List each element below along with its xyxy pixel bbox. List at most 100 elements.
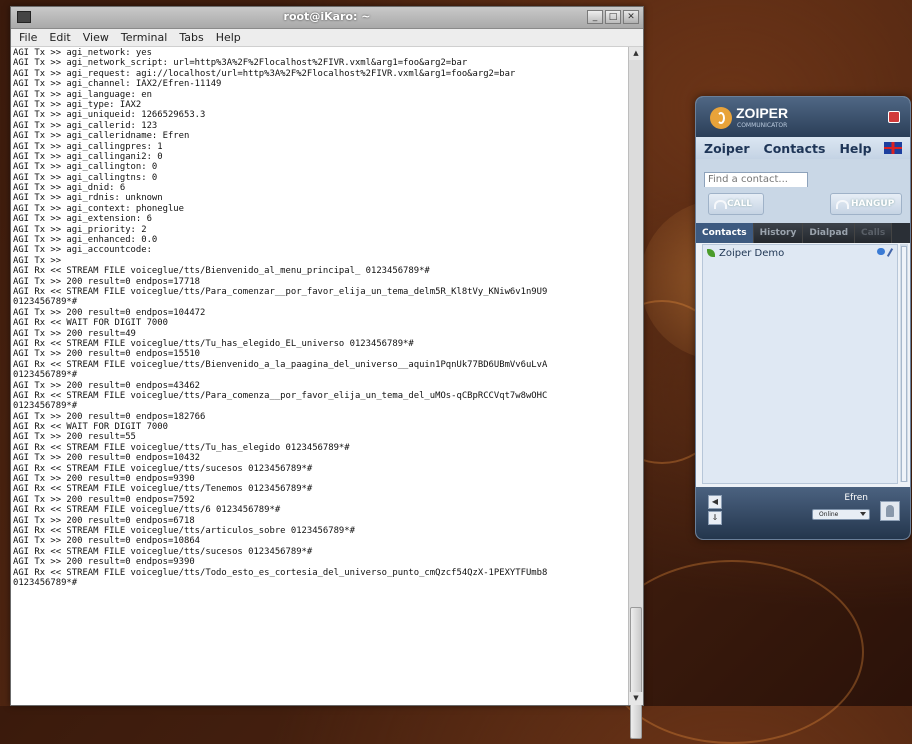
scroll-thumb[interactable]	[630, 607, 642, 739]
language-flag-icon[interactable]	[884, 142, 902, 154]
zoiper-tabs: Contacts History Dialpad Calls	[696, 223, 910, 243]
terminal-line: AGI Rx << WAIT FOR DIGIT 7000	[13, 422, 168, 433]
expand-down-icon[interactable]: ⇓	[708, 511, 722, 525]
terminal-output[interactable]: AGI Tx >> agi_network: yes AGI Tx >> agi_…	[11, 47, 629, 705]
close-icon[interactable]: ✕	[623, 10, 639, 24]
terminal-line: 0123456789*#	[13, 577, 78, 588]
scroll-up-icon[interactable]: ▲	[629, 47, 643, 60]
terminal-line: AGI Rx << STREAM FILE voiceglue/tts/suce…	[13, 463, 313, 474]
terminal-line: AGI Tx >> agi_callingtns: 0	[13, 172, 158, 183]
terminal-line: AGI Tx >> agi_calleridname: Efren	[13, 131, 190, 142]
search-area	[696, 159, 910, 188]
zoiper-brand: ZOIPER	[736, 105, 789, 121]
terminal-line: AGI Rx << STREAM FILE voiceglue/tts/suce…	[13, 546, 313, 557]
terminal-menubar: File Edit View Terminal Tabs Help	[11, 29, 643, 47]
call-controls: CALL HANGUP	[696, 187, 910, 223]
terminal-line: AGI Tx >> agi_callingpres: 1	[13, 141, 163, 152]
menu-tabs[interactable]: Tabs	[179, 31, 203, 44]
terminal-line: AGI Tx >> agi_extension: 6	[13, 214, 152, 225]
terminal-line: AGI Tx >> 200 result=0 endpos=9390	[13, 557, 195, 568]
terminal-line: AGI Rx << STREAM FILE voiceglue/tts/6 01…	[13, 505, 281, 516]
terminal-line: AGI Tx >> 200 result=0 endpos=7592	[13, 494, 195, 505]
scroll-down-icon[interactable]: ▼	[629, 692, 643, 705]
terminal-line: AGI Rx << STREAM FILE voiceglue/tts/Para…	[13, 390, 548, 401]
terminal-line: 0123456789*#	[13, 401, 78, 412]
terminal-line: AGI Tx >> agi_callerid: 123	[13, 120, 158, 131]
terminal-line: AGI Tx >> agi_request: agi://localhost/u…	[13, 68, 516, 79]
contact-status-icon	[707, 249, 715, 257]
terminal-line: AGI Tx >> 200 result=0 endpos=9390	[13, 474, 195, 485]
terminal-line: AGI Tx >> agi_network_script: url=http%3…	[13, 58, 468, 69]
terminal-line: AGI Tx >> agi_rdnis: unknown	[13, 193, 163, 204]
avatar[interactable]	[880, 501, 900, 521]
edit-icon[interactable]	[886, 248, 894, 257]
terminal-line: AGI Tx >> agi_network: yes	[13, 48, 152, 58]
terminal-line: AGI Tx >> agi_channel: IAX2/Efren-11149	[13, 79, 222, 90]
maximize-icon[interactable]: □	[605, 10, 621, 24]
collapse-left-icon[interactable]: ◀	[708, 495, 722, 509]
tab-calls[interactable]: Calls	[855, 223, 893, 243]
status-value: Online	[819, 511, 839, 518]
zoiper-minimize-icon[interactable]	[888, 111, 900, 123]
terminal-line: AGI Tx >> 200 result=0 endpos=43462	[13, 380, 201, 391]
menu-edit[interactable]: Edit	[49, 31, 70, 44]
menu-help[interactable]: Help	[216, 31, 241, 44]
zoiper-menubar: Zoiper Contacts Help	[696, 137, 910, 159]
window-controls: _ □ ✕	[587, 10, 639, 24]
zoiper-footer: ◀ ⇓ Efren Online	[696, 487, 910, 539]
terminal-line: AGI Tx >> 200 result=0 endpos=10432	[13, 453, 201, 464]
list-item[interactable]: Zoiper Demo	[703, 245, 897, 261]
contact-list[interactable]: Zoiper Demo	[702, 244, 898, 484]
terminal-line: AGI Tx >> agi_enhanced: 0.0	[13, 235, 158, 246]
terminal-line: AGI Tx >> 200 result=0 endpos=17718	[13, 276, 201, 287]
window-title: root@iKaro: ~	[283, 10, 371, 23]
hangup-phone-icon	[836, 200, 849, 209]
menu-terminal[interactable]: Terminal	[121, 31, 168, 44]
terminal-line: AGI Rx << STREAM FILE voiceglue/tts/Tene…	[13, 484, 313, 495]
terminal-scrollbar[interactable]: ▲ ▼	[628, 47, 643, 739]
zoiper-menu-zoiper[interactable]: Zoiper	[704, 141, 750, 156]
terminal-line: AGI Tx >> 200 result=0 endpos=6718	[13, 515, 195, 526]
hangup-button[interactable]: HANGUP	[830, 193, 902, 215]
zoiper-window[interactable]: ZOIPER COMMUNICATOR Zoiper Contacts Help…	[695, 96, 911, 540]
terminal-line: AGI Tx >> 200 result=55	[13, 432, 136, 443]
tab-dialpad[interactable]: Dialpad	[803, 223, 856, 243]
terminal-window[interactable]: root@iKaro: ~ _ □ ✕ File Edit View Termi…	[10, 6, 644, 739]
terminal-line: AGI Tx >> 200 result=0 endpos=10864	[13, 536, 201, 547]
terminal-line: AGI Rx << STREAM FILE voiceglue/tts/arti…	[13, 525, 355, 536]
zoiper-logo-icon	[710, 107, 732, 129]
terminal-line: 0123456789*#	[13, 297, 78, 308]
terminal-line: AGI Tx >> agi_callingani2: 0	[13, 151, 163, 162]
terminal-line: AGI Rx << WAIT FOR DIGIT 7000	[13, 318, 168, 329]
contact-list-scrollbar[interactable]	[900, 244, 908, 482]
terminal-line: AGI Tx >> agi_accountcode:	[13, 245, 152, 256]
terminal-line: AGI Tx >> 200 result=0 endpos=104472	[13, 307, 206, 318]
menu-file[interactable]: File	[19, 31, 37, 44]
hangup-button-label: HANGUP	[851, 199, 895, 209]
tab-history[interactable]: History	[753, 223, 804, 243]
terminal-line: AGI Tx >>	[13, 255, 62, 266]
contact-name: Zoiper Demo	[719, 247, 785, 259]
status-select[interactable]: Online	[812, 509, 870, 520]
terminal-line: AGI Rx << STREAM FILE voiceglue/tts/Todo…	[13, 567, 548, 578]
zoiper-menu-help[interactable]: Help	[839, 141, 871, 156]
tab-contacts[interactable]: Contacts	[696, 223, 754, 243]
menu-view[interactable]: View	[83, 31, 109, 44]
zoiper-header[interactable]: ZOIPER COMMUNICATOR	[696, 97, 910, 137]
terminal-line: AGI Rx << STREAM FILE voiceglue/tts/Bien…	[13, 266, 430, 277]
contact-search-input[interactable]	[704, 171, 808, 188]
terminal-line: AGI Tx >> 200 result=0 endpos=182766	[13, 411, 206, 422]
terminal-line: AGI Tx >> 200 result=49	[13, 328, 136, 339]
call-button[interactable]: CALL	[708, 193, 764, 215]
phone-icon	[714, 200, 727, 209]
terminal-line: AGI Rx << STREAM FILE voiceglue/tts/Tu_h…	[13, 338, 414, 349]
contact-scroll-thumb[interactable]	[901, 246, 907, 482]
terminal-titlebar[interactable]: root@iKaro: ~ _ □ ✕	[11, 7, 643, 29]
terminal-line: 0123456789*#	[13, 370, 78, 381]
minimize-icon[interactable]: _	[587, 10, 603, 24]
terminal-line: AGI Rx << STREAM FILE voiceglue/tts/Tu_h…	[13, 442, 350, 453]
zoiper-menu-contacts[interactable]: Contacts	[764, 141, 826, 156]
terminal-line: AGI Rx << STREAM FILE voiceglue/tts/Para…	[13, 286, 548, 297]
chat-icon[interactable]	[877, 248, 885, 255]
terminal-line: AGI Tx >> agi_language: en	[13, 89, 152, 100]
